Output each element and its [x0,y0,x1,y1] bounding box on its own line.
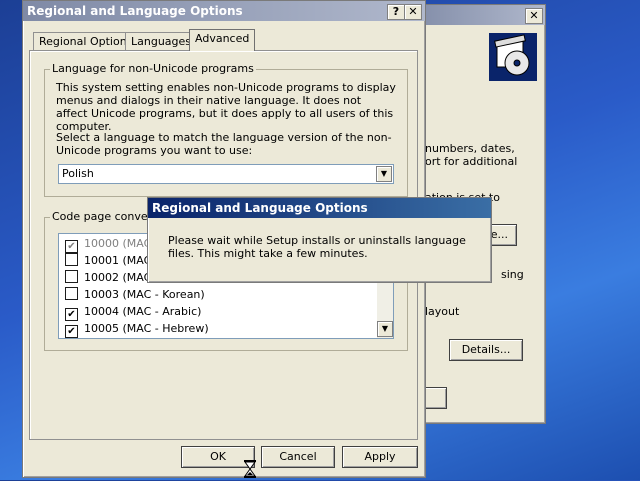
background-fragment-6: layout [425,305,460,318]
checkbox-unchecked-icon[interactable] [65,270,78,283]
checkbox-unchecked-icon[interactable] [65,287,78,300]
chevron-down-icon[interactable]: ▼ [376,166,392,182]
nonunicode-group-label: Language for non-Unicode programs [50,62,256,75]
nonunicode-description: This system setting enables non-Unicode … [56,81,396,133]
codepage-item-label: 10004 (MAC - Arabic) [84,305,202,318]
background-close-button[interactable]: ✕ [525,8,543,24]
setup-package-icon [489,33,537,81]
close-button[interactable]: ✕ [404,4,422,20]
codepage-item[interactable]: ✔ 10004 (MAC - Arabic) [65,303,202,321]
details-button[interactable]: Details... [449,339,523,361]
tab-regional-options[interactable]: Regional Options [33,32,139,51]
language-dropdown-value: Polish [62,167,94,180]
progress-message: Please wait while Setup installs or unin… [168,234,466,260]
apply-button[interactable]: Apply [342,446,418,468]
checkbox-unchecked-icon[interactable] [65,253,78,266]
codepage-item-label: 10005 (MAC - Hebrew) [84,322,209,335]
progress-dialog: Regional and Language Options Please wai… [147,197,492,283]
main-dialog-titlebar: Regional and Language Options [23,1,425,21]
help-button[interactable]: ? [387,4,405,20]
language-prompt: Select a language to match the language … [56,131,392,157]
scroll-down-arrow-icon[interactable]: ▼ [377,321,393,337]
tab-advanced[interactable]: Advanced [189,29,256,51]
background-window-titlebar [405,5,545,25]
progress-dialog-titlebar: Regional and Language Options [148,198,491,218]
codepage-item[interactable]: ✔ 10005 (MAC - Hebrew) [65,320,209,338]
checkbox-checked-icon[interactable]: ✔ [65,325,78,338]
progress-dialog-title: Regional and Language Options [152,201,368,215]
background-fragment-1: numbers, dates, [425,142,515,155]
tab-languages[interactable]: Languages [125,32,198,51]
cancel-button[interactable]: Cancel [261,446,335,468]
codepage-item[interactable]: 10003 (MAC - Korean) [65,286,205,303]
codepage-item-label: 10003 (MAC - Korean) [84,288,205,301]
language-dropdown[interactable]: Polish ▼ [58,164,394,184]
background-fragment-2: ort for additional [425,155,518,168]
main-dialog-title: Regional and Language Options [27,4,243,18]
hourglass-cursor-icon [244,460,256,478]
